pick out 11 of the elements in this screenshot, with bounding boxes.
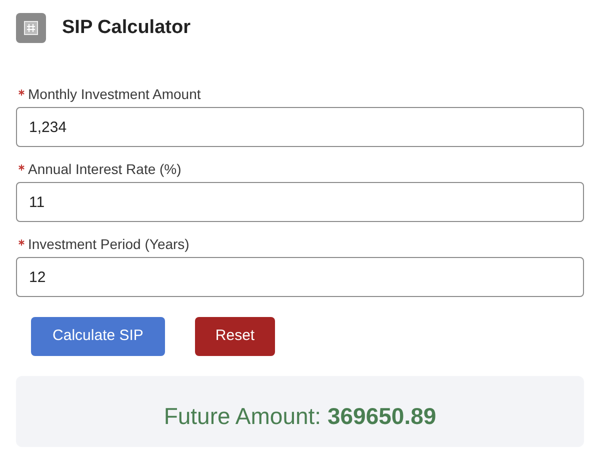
field-label: Annual Interest Rate (%): [28, 160, 182, 179]
input-field[interactable]: 11: [16, 182, 584, 222]
input-field[interactable]: 1,234: [16, 107, 584, 147]
result-text: Future Amount: 369650.89: [164, 402, 436, 430]
page-title: SIP Calculator: [62, 16, 190, 40]
reset-button[interactable]: Reset: [195, 317, 275, 356]
hash-icon: [16, 13, 46, 43]
field-label: Monthly Investment Amount: [28, 84, 201, 104]
calculate-button[interactable]: Calculate SIP: [31, 317, 165, 356]
input-field[interactable]: 12: [16, 257, 584, 297]
field-label: Investment Period (Years): [28, 234, 190, 254]
